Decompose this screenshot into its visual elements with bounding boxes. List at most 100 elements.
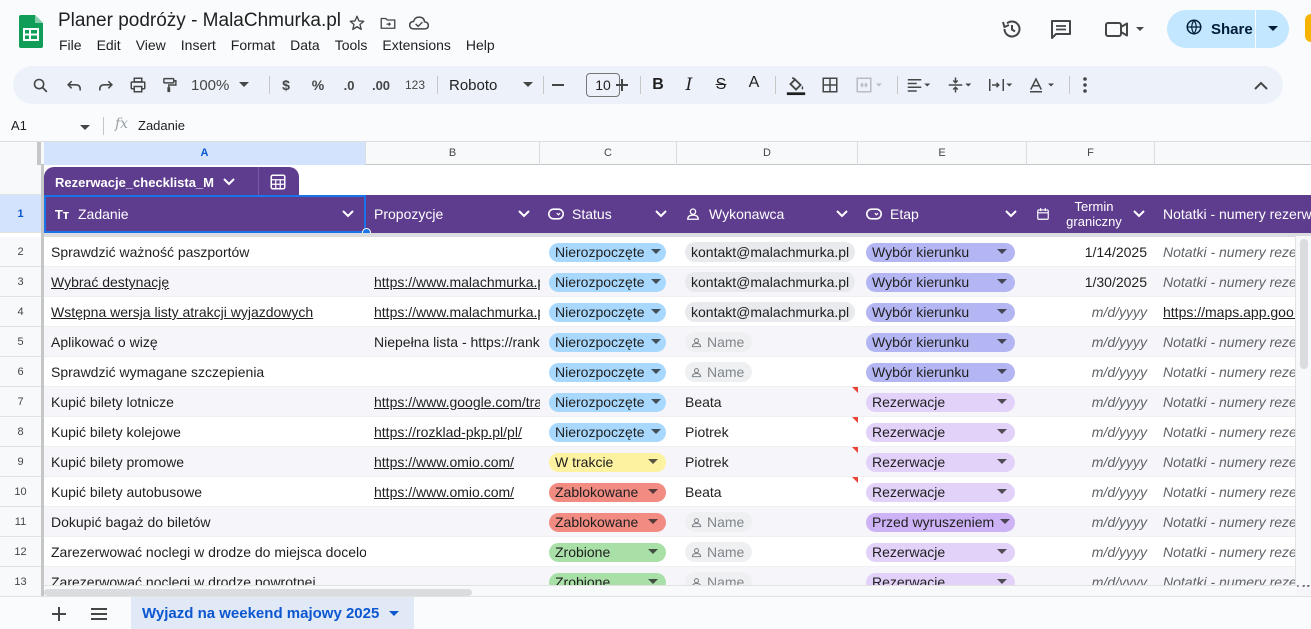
sheet-tab-active[interactable]: Wyjazd na weekend majowy 2025 <box>131 597 414 629</box>
cell-text[interactable]: Wstępna wersja listy atrakcji wyjazdowyc… <box>51 304 313 320</box>
etap-chip[interactable]: Przed wyruszeniem <box>866 512 1015 532</box>
column-header-g[interactable] <box>1155 142 1311 165</box>
cell-zadanie[interactable]: Sprawdzić wymagane szczepienia <box>51 357 366 387</box>
comment-indicator[interactable] <box>852 447 858 453</box>
menu-insert[interactable]: Insert <box>181 37 216 53</box>
comments-icon[interactable] <box>1047 15 1075 43</box>
menu-data[interactable]: Data <box>290 37 320 53</box>
etap-chip[interactable]: Wybór kierunku <box>866 302 1015 322</box>
chevron-down-icon[interactable] <box>389 610 400 617</box>
cell-etap[interactable]: Wybór kierunku <box>866 237 1023 267</box>
borders-icon[interactable] <box>818 66 842 104</box>
column-header-f[interactable]: F <box>1027 142 1155 165</box>
cell-text[interactable]: https://maps.app.goo.gl <box>1163 304 1309 320</box>
cell-text[interactable]: https://rozklad-pkp.pl/pl/ <box>374 424 522 440</box>
cell-propozycje[interactable]: https://rozklad-pkp.pl/pl/ <box>374 417 540 447</box>
row-header[interactable]: 3 <box>0 267 41 297</box>
column-header-c[interactable]: C <box>540 142 677 165</box>
cell-notatki[interactable]: https://maps.app.goo.gl <box>1163 297 1311 327</box>
cell-wykonawca[interactable]: kontakt@malachmurka.pl <box>685 297 858 327</box>
person-chip[interactable]: kontakt@malachmurka.pl <box>685 302 856 322</box>
cell-termin[interactable]: m/d/yyyy <box>1027 297 1155 327</box>
menu-extensions[interactable]: Extensions <box>382 37 450 53</box>
fill-color-icon[interactable] <box>784 66 808 104</box>
header-propozycje[interactable]: Propozycje <box>366 195 540 233</box>
cell-termin[interactable]: m/d/yyyy <box>1027 387 1155 417</box>
cell-zadanie[interactable]: Dokupić bagaż do biletów <box>51 507 366 537</box>
cell-zadanie[interactable]: Aplikować o wizę <box>51 327 366 357</box>
cell-termin[interactable]: m/d/yyyy <box>1027 537 1155 567</box>
more-options-icon[interactable] <box>1076 66 1094 104</box>
undo-icon[interactable] <box>61 66 87 104</box>
cell-etap[interactable]: Wybór kierunku <box>866 327 1023 357</box>
header-termin[interactable]: Termin graniczny <box>1027 195 1155 233</box>
star-icon[interactable] <box>346 12 368 34</box>
cell-termin[interactable]: m/d/yyyy <box>1027 417 1155 447</box>
add-sheet-plus-icon[interactable] <box>48 603 70 625</box>
row-header[interactable]: 13 <box>0 567 41 596</box>
bold-button[interactable]: B <box>650 66 666 104</box>
cell-propozycje[interactable]: https://www.google.com/travel <box>374 387 540 417</box>
menu-tools[interactable]: Tools <box>335 37 368 53</box>
cell-etap[interactable]: Rezerwacje <box>866 477 1023 507</box>
cell-propozycje[interactable]: https://www.omio.com/ <box>374 477 540 507</box>
italic-button[interactable]: I <box>681 66 697 104</box>
table-settings-icon[interactable] <box>259 173 297 191</box>
horizontal-align-icon[interactable] <box>903 66 935 104</box>
row-header[interactable]: 4 <box>0 297 41 327</box>
cell-notatki[interactable]: Notatki - numery rezerwacji <box>1163 537 1311 567</box>
cell-status[interactable]: Zablokowane <box>549 507 674 537</box>
column-header-b[interactable]: B <box>366 142 540 165</box>
cell-status[interactable]: W trakcie <box>549 447 674 477</box>
sheets-logo-icon[interactable] <box>19 15 43 48</box>
etap-chip[interactable]: Wybór kierunku <box>866 332 1015 352</box>
table-name-tab[interactable]: Rezerwacje_checklista_M... <box>44 167 299 197</box>
cell-wykonawca[interactable]: Beata <box>685 387 858 417</box>
move-folder-icon[interactable] <box>377 12 399 34</box>
cell-propozycje[interactable] <box>374 507 540 537</box>
header-etap[interactable]: Etap <box>858 195 1027 233</box>
document-title[interactable]: Planer podróży - MalaChmurka.pl <box>58 10 341 32</box>
cell-zadanie[interactable]: Sprawdzić ważność paszportów <box>51 237 366 267</box>
text-rotation-icon[interactable] <box>1025 66 1059 104</box>
cell-etap[interactable]: Wybór kierunku <box>866 267 1023 297</box>
name-box-chevron-down-icon[interactable] <box>80 118 90 136</box>
etap-chip[interactable]: Rezerwacje <box>866 422 1015 442</box>
cell-notatki[interactable]: Notatki - numery rezerwacji <box>1163 327 1311 357</box>
row-header[interactable]: 10 <box>0 477 41 507</box>
cell-wykonawca[interactable]: Name <box>685 357 858 387</box>
decrease-decimal-button[interactable]: .0 <box>338 66 360 104</box>
person-placeholder-chip[interactable]: Name <box>685 542 753 562</box>
cell-wykonawca[interactable]: Name <box>685 507 858 537</box>
chevron-down-icon[interactable] <box>832 210 852 218</box>
person-placeholder-chip[interactable]: Name <box>685 362 753 382</box>
version-history-icon[interactable] <box>998 15 1026 43</box>
cell-etap[interactable]: Rezerwacje <box>866 417 1023 447</box>
row-header[interactable]: 1 <box>0 195 41 233</box>
column-header-d[interactable]: D <box>677 142 858 165</box>
cell-wykonawca[interactable]: Piotrek <box>685 417 858 447</box>
chevron-down-icon[interactable] <box>651 210 671 218</box>
cloud-saved-icon[interactable] <box>408 12 430 34</box>
cell-status[interactable]: Nierozpoczęte <box>549 297 674 327</box>
increase-font-size-icon[interactable] <box>614 66 630 104</box>
cell-zadanie[interactable]: Kupić bilety autobusowe <box>51 477 366 507</box>
status-chip[interactable]: Zablokowane <box>549 512 666 532</box>
row-header[interactable]: 6 <box>0 357 41 387</box>
increase-decimal-button[interactable]: .00 <box>369 66 393 104</box>
menu-view[interactable]: View <box>136 37 166 53</box>
cell-wykonawca[interactable]: Name <box>685 537 858 567</box>
cell-etap[interactable]: Wybór kierunku <box>866 357 1023 387</box>
text-wrapping-icon[interactable] <box>985 66 1017 104</box>
cell-etap[interactable]: Przed wyruszeniem <box>866 507 1023 537</box>
menu-file[interactable]: File <box>59 37 82 53</box>
format-currency-button[interactable]: $ <box>276 66 296 104</box>
vertical-align-icon[interactable] <box>944 66 976 104</box>
menu-help[interactable]: Help <box>466 37 495 53</box>
row-header[interactable]: 5 <box>0 327 41 357</box>
cell-propozycje[interactable]: https://www.omio.com/ <box>374 447 540 477</box>
status-chip[interactable]: Nierozpoczęte <box>549 242 666 262</box>
cell-propozycje[interactable]: https://www.malachmurka.pl <box>374 267 540 297</box>
status-chip[interactable]: Zrobione <box>549 542 666 562</box>
cell-propozycje[interactable] <box>374 357 540 387</box>
